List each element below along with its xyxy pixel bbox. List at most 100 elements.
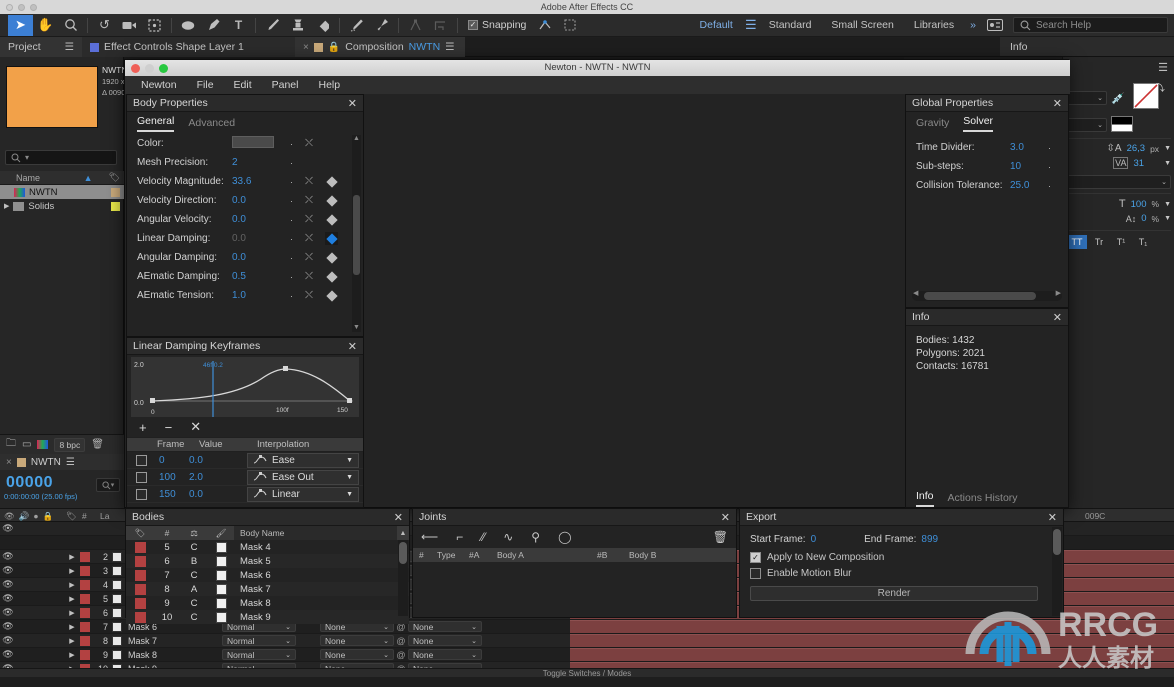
workspace-default[interactable]: Default bbox=[690, 15, 743, 36]
body-color-swatch[interactable] bbox=[134, 541, 146, 553]
close-icon[interactable]: ✕ bbox=[394, 511, 403, 524]
tracking-value[interactable]: 31 bbox=[1133, 158, 1144, 169]
layer-source-chip[interactable] bbox=[112, 565, 122, 576]
randomize-icon[interactable]: ⤬ bbox=[305, 138, 313, 149]
chevron-right-icon[interactable]: ▶ bbox=[69, 623, 74, 631]
camera-tool[interactable] bbox=[117, 15, 142, 36]
menu-file[interactable]: File bbox=[187, 76, 224, 94]
close-icon[interactable]: × bbox=[303, 42, 309, 53]
pivot-joint-icon[interactable]: ⌐ bbox=[456, 530, 463, 544]
body-property-value[interactable]: 0.0 bbox=[232, 233, 290, 244]
layer-color-swatch[interactable] bbox=[80, 621, 90, 632]
timeline-search-input[interactable]: ▾ bbox=[96, 478, 120, 492]
randomize-icon[interactable]: ⤬ bbox=[305, 233, 313, 244]
layer-track-matte-select[interactable]: None⌄ bbox=[320, 635, 394, 646]
layer-color-swatch[interactable] bbox=[80, 565, 90, 576]
keyframe-toggle[interactable] bbox=[325, 194, 338, 207]
layer-blend-mode-select[interactable]: Normal⌄ bbox=[222, 635, 296, 646]
bodies-scrollbar[interactable] bbox=[398, 540, 408, 616]
panel-menu-icon[interactable]: ☰ bbox=[65, 41, 74, 53]
bodies-table-row[interactable]: 10 C Mask 9 bbox=[126, 610, 409, 624]
body-name[interactable]: Mask 5 bbox=[234, 556, 409, 567]
dot-icon[interactable]: · bbox=[290, 215, 293, 225]
close-icon[interactable]: ✕ bbox=[1053, 311, 1062, 324]
baseline-shift-value[interactable]: 0 bbox=[1141, 213, 1146, 224]
body-type[interactable]: C bbox=[180, 598, 208, 609]
tab-solver[interactable]: Solver bbox=[963, 115, 994, 132]
randomize-icon[interactable]: ⤬ bbox=[305, 271, 313, 282]
body-type[interactable]: C bbox=[180, 570, 208, 581]
apply-to-new-composition-row[interactable]: ✓ Apply to New Composition bbox=[750, 552, 1053, 563]
workspace-libraries[interactable]: Libraries bbox=[904, 15, 964, 36]
vertical-scale-value[interactable]: 100 bbox=[1131, 199, 1147, 210]
layer-color-swatch[interactable] bbox=[80, 593, 90, 604]
font-family-select[interactable]: ⌄ bbox=[1067, 91, 1107, 105]
chevron-right-icon[interactable]: ▶ bbox=[69, 553, 74, 561]
keyframe-checkbox[interactable] bbox=[136, 454, 147, 466]
chevron-right-icon[interactable]: ▶ bbox=[69, 609, 74, 617]
keyframe-toggle[interactable] bbox=[325, 213, 338, 226]
clone-stamp-tool[interactable] bbox=[285, 15, 310, 36]
workspace-settings-icon[interactable] bbox=[982, 15, 1007, 36]
keyframe-row[interactable]: 100 2.0 Ease Out ▼ bbox=[127, 469, 363, 486]
new-comp-icon[interactable]: ▭ bbox=[22, 439, 31, 450]
project-item-nwtn[interactable]: NWTN bbox=[0, 185, 124, 199]
layer-color-swatch[interactable] bbox=[80, 579, 90, 590]
chevron-down-icon[interactable]: ▼ bbox=[1164, 201, 1171, 208]
keyframe-toggle[interactable] bbox=[325, 251, 338, 264]
layer-color-swatch[interactable] bbox=[80, 551, 90, 562]
body-property-value[interactable]: 0.0 bbox=[232, 214, 290, 225]
keyframe-row[interactable]: 150 0.0 Linear ▼ bbox=[127, 486, 363, 503]
keyframe-interpolation-select[interactable]: Ease Out ▼ bbox=[247, 469, 359, 485]
dot-icon[interactable]: · bbox=[290, 177, 293, 187]
enable-motion-blur-row[interactable]: Enable Motion Blur bbox=[750, 568, 1053, 579]
keyframe-checkbox[interactable] bbox=[136, 488, 147, 500]
fill-color-swatch[interactable] bbox=[1111, 116, 1133, 133]
end-frame-value[interactable]: 899 bbox=[921, 534, 938, 545]
body-property-value[interactable]: 33.6 bbox=[232, 176, 290, 187]
chevron-right-icon[interactable]: ▶ bbox=[69, 637, 74, 645]
body-name[interactable]: Mask 6 bbox=[234, 570, 409, 581]
global-properties-hscrollbar[interactable]: ◀ ▶ bbox=[912, 290, 1062, 301]
leading-control[interactable]: ⇳A 26,3 px ▼ bbox=[1067, 143, 1171, 154]
eye-icon[interactable]: 👁 bbox=[0, 607, 16, 618]
body-color-swatch[interactable] bbox=[134, 555, 146, 567]
apply-to-new-composition-checkbox[interactable]: ✓ bbox=[750, 552, 761, 563]
eye-icon[interactable]: 👁 bbox=[0, 649, 16, 660]
all-caps-button[interactable]: TT bbox=[1067, 235, 1087, 249]
chevron-right-icon[interactable]: ▶ bbox=[69, 595, 74, 603]
layer-source-chip[interactable] bbox=[112, 593, 122, 604]
eye-icon[interactable]: 👁 bbox=[0, 551, 16, 562]
dot-icon[interactable]: · bbox=[290, 253, 293, 263]
snapping-checkbox[interactable]: ✓ bbox=[468, 20, 478, 30]
menu-newton[interactable]: Newton bbox=[131, 76, 187, 94]
close-icon[interactable]: ✕ bbox=[1053, 97, 1062, 110]
body-property-value[interactable]: 0.0 bbox=[232, 195, 290, 206]
snap-bounds-icon[interactable] bbox=[557, 15, 582, 36]
eye-icon[interactable]: 👁 bbox=[0, 579, 16, 590]
puppet-pin-tool[interactable] bbox=[369, 15, 394, 36]
tab-project[interactable]: Project ☰ bbox=[0, 37, 82, 57]
parent-link-icon[interactable]: @ bbox=[394, 636, 408, 646]
tab-gravity[interactable]: Gravity bbox=[916, 117, 949, 132]
body-property-value[interactable]: 0.5 bbox=[232, 271, 290, 282]
randomize-icon[interactable]: ⤬ bbox=[305, 195, 313, 206]
layer-color-swatch[interactable] bbox=[80, 649, 90, 660]
pen-tool[interactable] bbox=[201, 15, 226, 36]
randomize-icon[interactable]: ⤬ bbox=[305, 252, 313, 263]
tab-general[interactable]: General bbox=[137, 115, 175, 132]
keyframe-toggle[interactable] bbox=[325, 289, 338, 302]
add-keyframe-button[interactable]: + bbox=[139, 420, 147, 435]
keyframe-toggle[interactable] bbox=[325, 270, 338, 283]
bodies-table-row[interactable]: 6 B Mask 5 bbox=[126, 554, 409, 568]
randomize-icon[interactable]: ⤬ bbox=[305, 176, 313, 187]
piston-joint-icon[interactable]: ⁄⁄ bbox=[481, 530, 485, 544]
baseline-shift-control[interactable]: A↕ 0 % ▼ bbox=[1067, 213, 1171, 224]
layer-source-chip[interactable] bbox=[112, 635, 122, 646]
tab-actions-history[interactable]: Actions History bbox=[948, 492, 1018, 507]
body-properties-scrollbar[interactable]: ▲ ▼ bbox=[352, 135, 361, 332]
search-help-input[interactable]: Search Help bbox=[1013, 17, 1168, 33]
workspace-small-screen[interactable]: Small Screen bbox=[821, 15, 903, 36]
workspace-overflow-button[interactable]: » bbox=[964, 15, 982, 36]
menu-edit[interactable]: Edit bbox=[224, 76, 262, 94]
